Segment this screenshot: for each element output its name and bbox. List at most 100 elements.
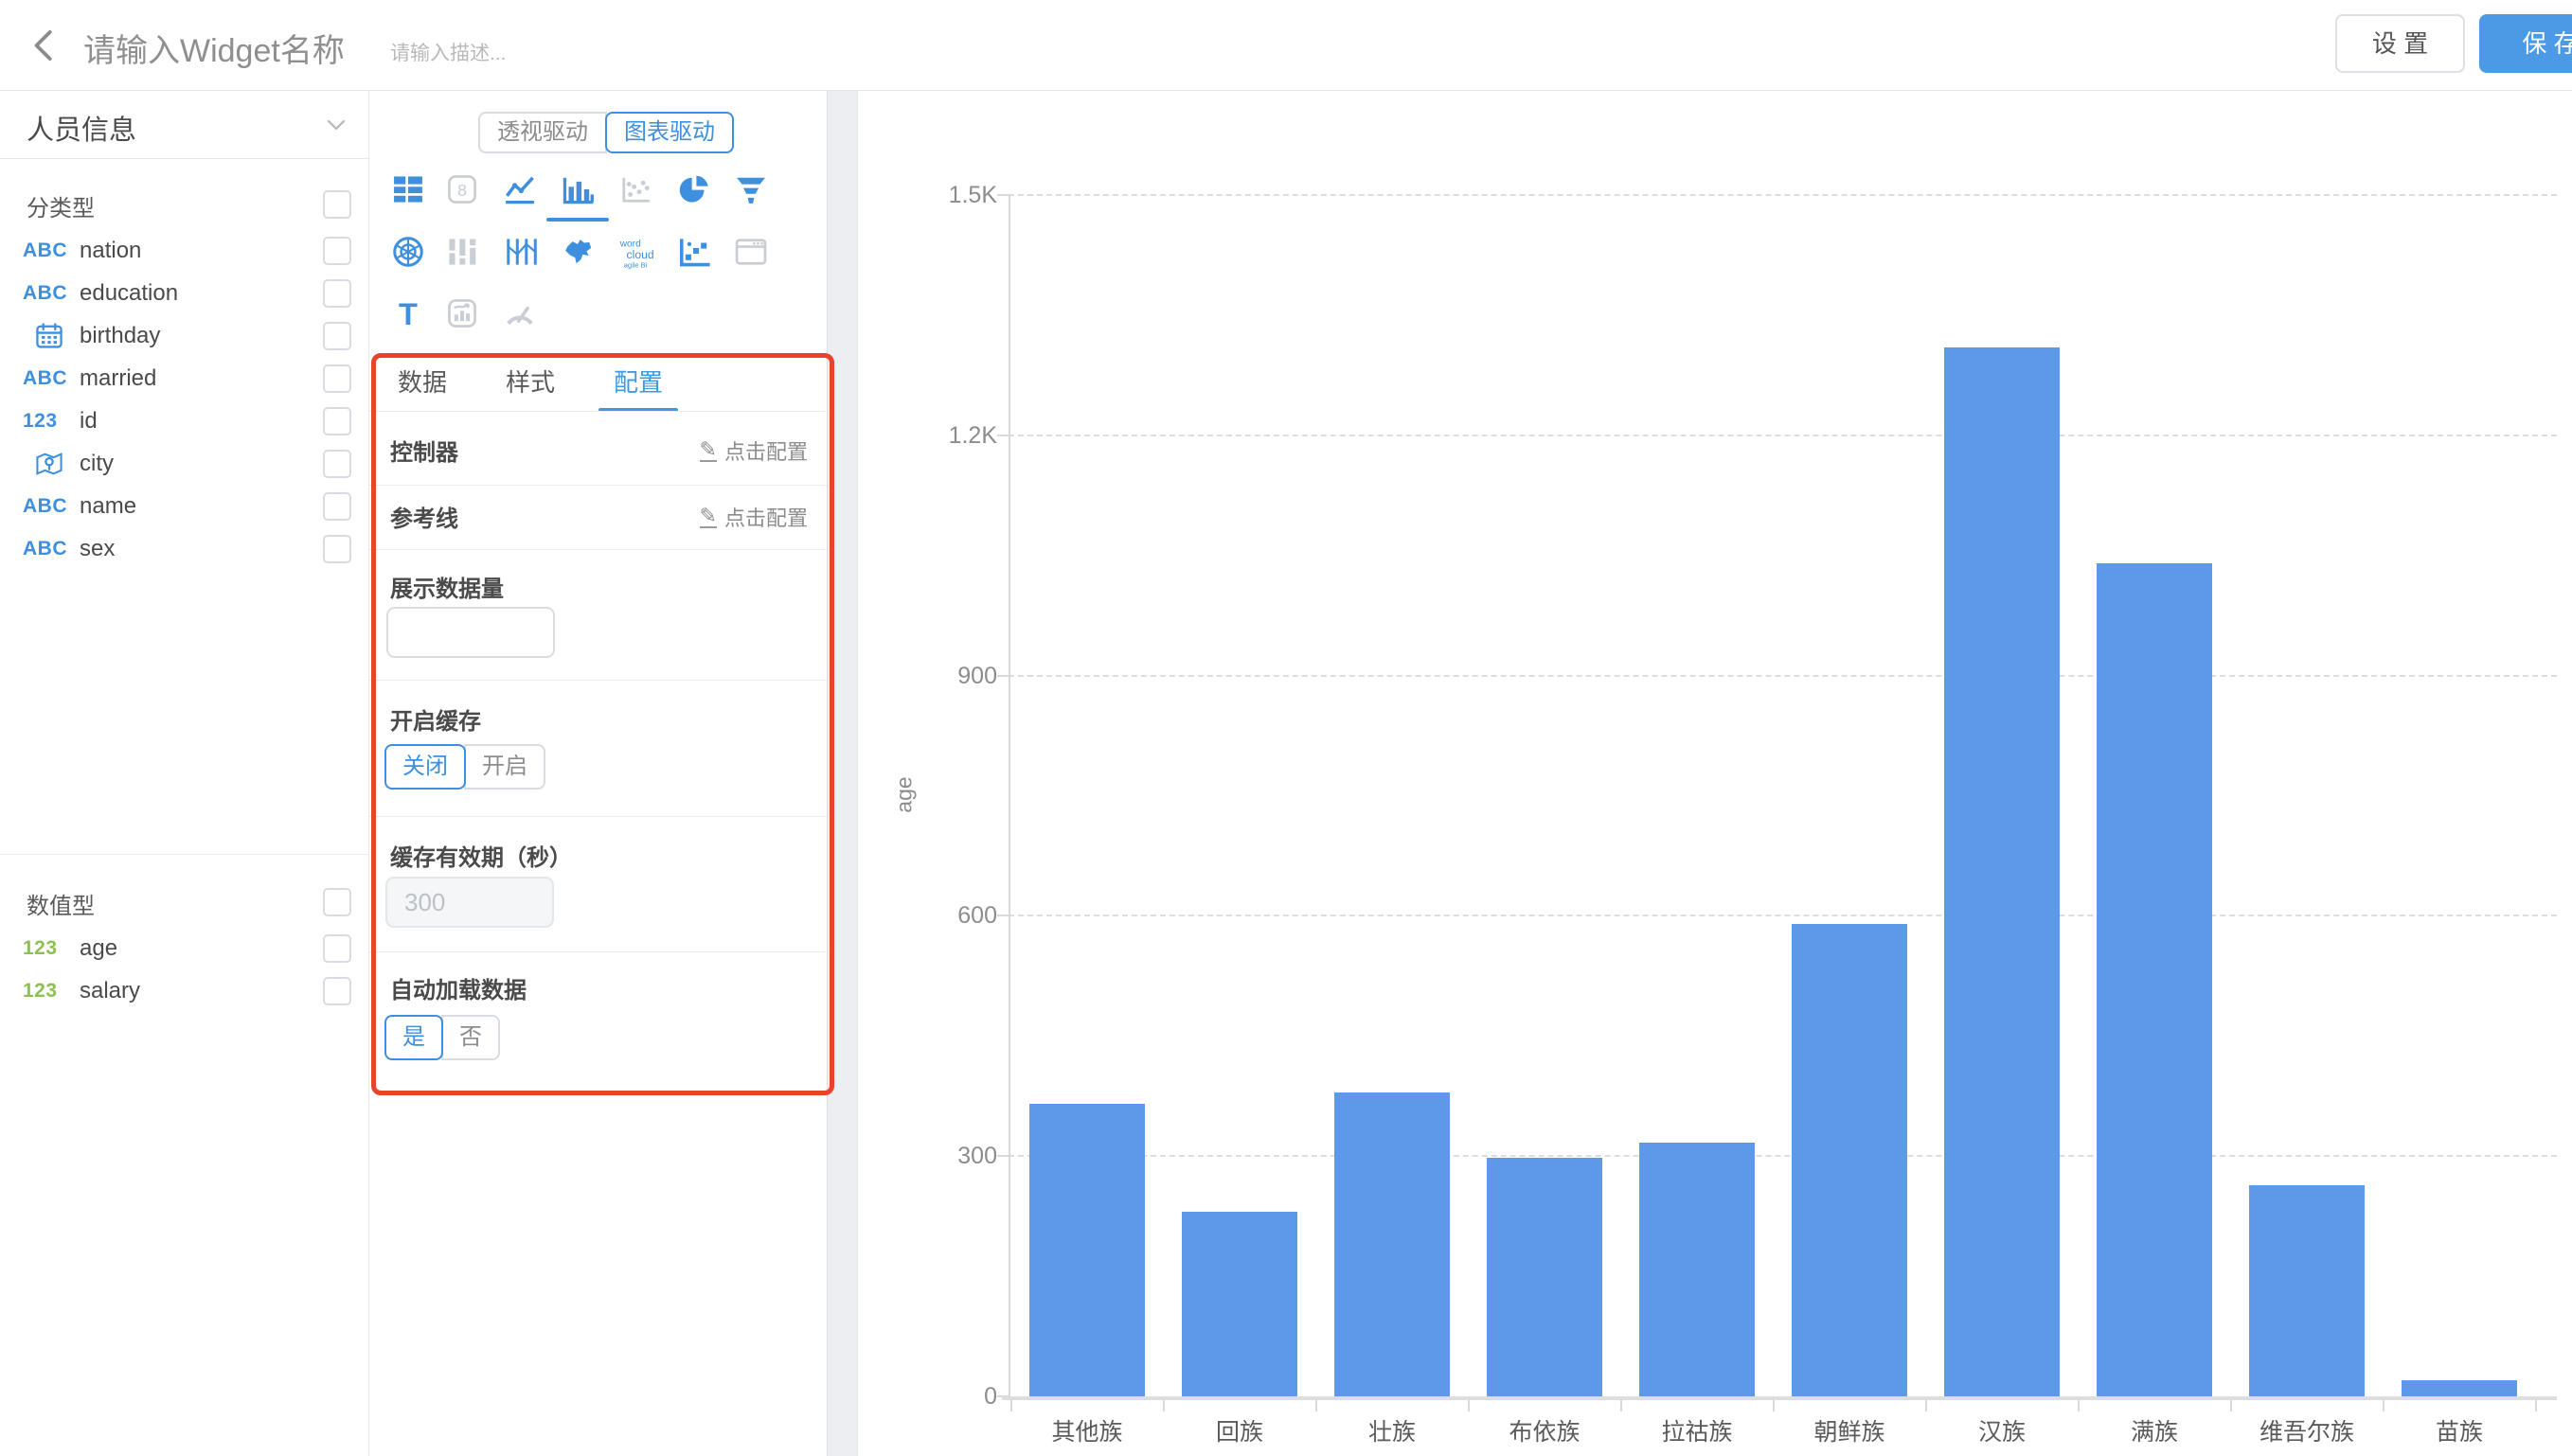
field-checkbox[interactable] bbox=[323, 450, 351, 478]
chart-bar-满族[interactable] bbox=[2097, 563, 2212, 1396]
x-axis-label: 汉族 bbox=[1926, 1413, 2079, 1447]
chart-bar-汉族[interactable] bbox=[1944, 347, 2060, 1396]
y-axis-tick-mark bbox=[997, 435, 1009, 436]
x-axis-label: 维吾尔族 bbox=[2231, 1413, 2384, 1447]
parallel-chart-type-icon[interactable] bbox=[497, 229, 543, 275]
text-chart-type-icon[interactable]: T bbox=[385, 291, 431, 336]
field-checkbox[interactable] bbox=[323, 407, 351, 435]
selected-chart-type-underline bbox=[546, 218, 609, 222]
cache-ttl-input[interactable]: 300 bbox=[385, 877, 554, 928]
chart-bar-苗族[interactable] bbox=[2402, 1380, 2517, 1396]
field-item-married[interactable]: ABCmarried bbox=[0, 357, 368, 400]
mode-toggle-option-0[interactable]: 透视驱动 bbox=[478, 112, 607, 153]
field-item-birthday[interactable]: birthday bbox=[0, 314, 368, 357]
x-axis-tick-mark bbox=[2383, 1400, 2384, 1412]
reference-line-label: 参考线 bbox=[390, 500, 458, 533]
save-button[interactable]: 保 存 bbox=[2479, 14, 2572, 73]
chart-bar-壮族[interactable] bbox=[1334, 1092, 1450, 1396]
combo-chart-type-icon[interactable] bbox=[670, 229, 716, 275]
svg-text:cloud: cloud bbox=[627, 248, 654, 261]
dataset-header[interactable]: 人员信息 bbox=[0, 91, 368, 159]
chart-bar-朝鲜族[interactable] bbox=[1792, 924, 1907, 1396]
divider bbox=[369, 816, 827, 817]
kpi-card-chart-type-icon[interactable]: 8 bbox=[439, 167, 485, 212]
y-axis-tick-label: 0 bbox=[893, 1382, 997, 1411]
x-axis-label: 拉祜族 bbox=[1621, 1413, 1774, 1447]
field-checkbox[interactable] bbox=[323, 535, 351, 563]
field-item-salary[interactable]: 123salary bbox=[0, 969, 368, 1012]
chevron-down-icon[interactable] bbox=[325, 114, 348, 136]
field-name: name bbox=[78, 493, 136, 520]
cache-toggle-label: 开启缓存 bbox=[390, 702, 481, 736]
field-sidebar: 人员信息 分类型ABCnationABCeducationbirthdayABC… bbox=[0, 91, 369, 1456]
iframe-chart-type-icon[interactable] bbox=[728, 229, 774, 275]
edit-icon: ✎ bbox=[700, 506, 717, 528]
y-axis-title: age bbox=[892, 776, 918, 812]
x-axis-tick-mark bbox=[1773, 1400, 1775, 1412]
auto-load-label: 自动加载数据 bbox=[390, 971, 527, 1004]
bar-chart-chart-type-icon[interactable] bbox=[555, 167, 600, 212]
field-item-name[interactable]: ABCname bbox=[0, 485, 368, 527]
chart-bar-拉祜族[interactable] bbox=[1639, 1143, 1755, 1396]
x-axis-tick-mark bbox=[1315, 1400, 1317, 1412]
back-button[interactable] bbox=[25, 25, 66, 66]
field-checkbox[interactable] bbox=[323, 977, 351, 1005]
field-checkbox[interactable] bbox=[323, 279, 351, 308]
field-checkbox[interactable] bbox=[323, 492, 351, 521]
pie-chart-type-icon[interactable] bbox=[670, 167, 716, 212]
gridline bbox=[1009, 435, 2557, 436]
field-checkbox[interactable] bbox=[323, 322, 351, 350]
controller-label: 控制器 bbox=[390, 434, 458, 467]
radar-chart-type-icon[interactable] bbox=[385, 229, 431, 275]
field-section: 数值型123age123salary bbox=[0, 854, 368, 1012]
x-axis-tick-mark bbox=[1163, 1400, 1165, 1412]
configure-reference-line-link[interactable]: ✎ 点击配置 bbox=[700, 502, 808, 532]
cache-toggle-option-1[interactable]: 开启 bbox=[464, 744, 545, 790]
cache-toggle-option-0[interactable]: 关闭 bbox=[384, 744, 466, 790]
chart-bar-回族[interactable] bbox=[1182, 1212, 1297, 1396]
funnel-chart-type-icon[interactable] bbox=[728, 167, 774, 212]
field-name: city bbox=[78, 451, 114, 477]
line-chart-chart-type-icon[interactable] bbox=[497, 167, 543, 212]
widget-name-input[interactable]: 请输入Widget名称 bbox=[83, 25, 345, 71]
field-name: salary bbox=[78, 978, 140, 1004]
china-map-chart-type-icon[interactable] bbox=[555, 229, 600, 275]
scatter-chart-type-icon[interactable] bbox=[613, 167, 658, 212]
auto-load-option-1[interactable]: 否 bbox=[441, 1015, 500, 1060]
tab-数据[interactable]: 数据 bbox=[398, 364, 447, 412]
settings-button[interactable]: 设 置 bbox=[2335, 14, 2465, 73]
field-checkbox[interactable] bbox=[323, 934, 351, 963]
section-checkbox[interactable] bbox=[323, 190, 351, 219]
mode-toggle-option-1[interactable]: 图表驱动 bbox=[605, 112, 734, 153]
sankey-chart-type-icon[interactable] bbox=[439, 229, 485, 275]
table-chart-type-icon[interactable] bbox=[385, 167, 431, 212]
field-item-id[interactable]: 123id bbox=[0, 400, 368, 442]
chart-bar-布依族[interactable] bbox=[1487, 1158, 1602, 1396]
x-axis-tick-mark bbox=[1925, 1400, 1927, 1412]
x-axis-tick-mark bbox=[2535, 1400, 2537, 1412]
field-checkbox[interactable] bbox=[323, 364, 351, 393]
section-checkbox[interactable] bbox=[323, 888, 351, 916]
tab-配置[interactable]: 配置 bbox=[614, 364, 663, 412]
field-section-header: 分类型 bbox=[0, 182, 368, 229]
card-chart-chart-type-icon[interactable] bbox=[439, 291, 485, 336]
configure-controller-link[interactable]: ✎ 点击配置 bbox=[700, 435, 808, 466]
word-cloud-chart-type-icon[interactable]: wordcloudagile Bi bbox=[613, 229, 658, 275]
field-item-nation[interactable]: ABCnation bbox=[0, 229, 368, 272]
field-item-education[interactable]: ABCeducation bbox=[0, 272, 368, 314]
chart-bar-维吾尔族[interactable] bbox=[2249, 1185, 2365, 1396]
x-axis-line bbox=[1002, 1396, 2557, 1400]
panel-scrollbar[interactable] bbox=[827, 91, 858, 1456]
tab-样式[interactable]: 样式 bbox=[506, 364, 555, 412]
field-item-sex[interactable]: ABCsex bbox=[0, 527, 368, 570]
field-item-age[interactable]: 123age bbox=[0, 927, 368, 969]
display-count-input[interactable] bbox=[386, 607, 555, 658]
gauge-chart-type-icon[interactable] bbox=[497, 291, 543, 336]
field-item-city[interactable]: city bbox=[0, 442, 368, 485]
gridline bbox=[1009, 194, 2557, 196]
chart-bar-其他族[interactable] bbox=[1029, 1104, 1145, 1396]
auto-load-option-0[interactable]: 是 bbox=[384, 1015, 443, 1060]
widget-description-input[interactable]: 请输入描述... bbox=[390, 38, 507, 66]
svg-text:T: T bbox=[399, 297, 418, 331]
field-checkbox[interactable] bbox=[323, 237, 351, 265]
